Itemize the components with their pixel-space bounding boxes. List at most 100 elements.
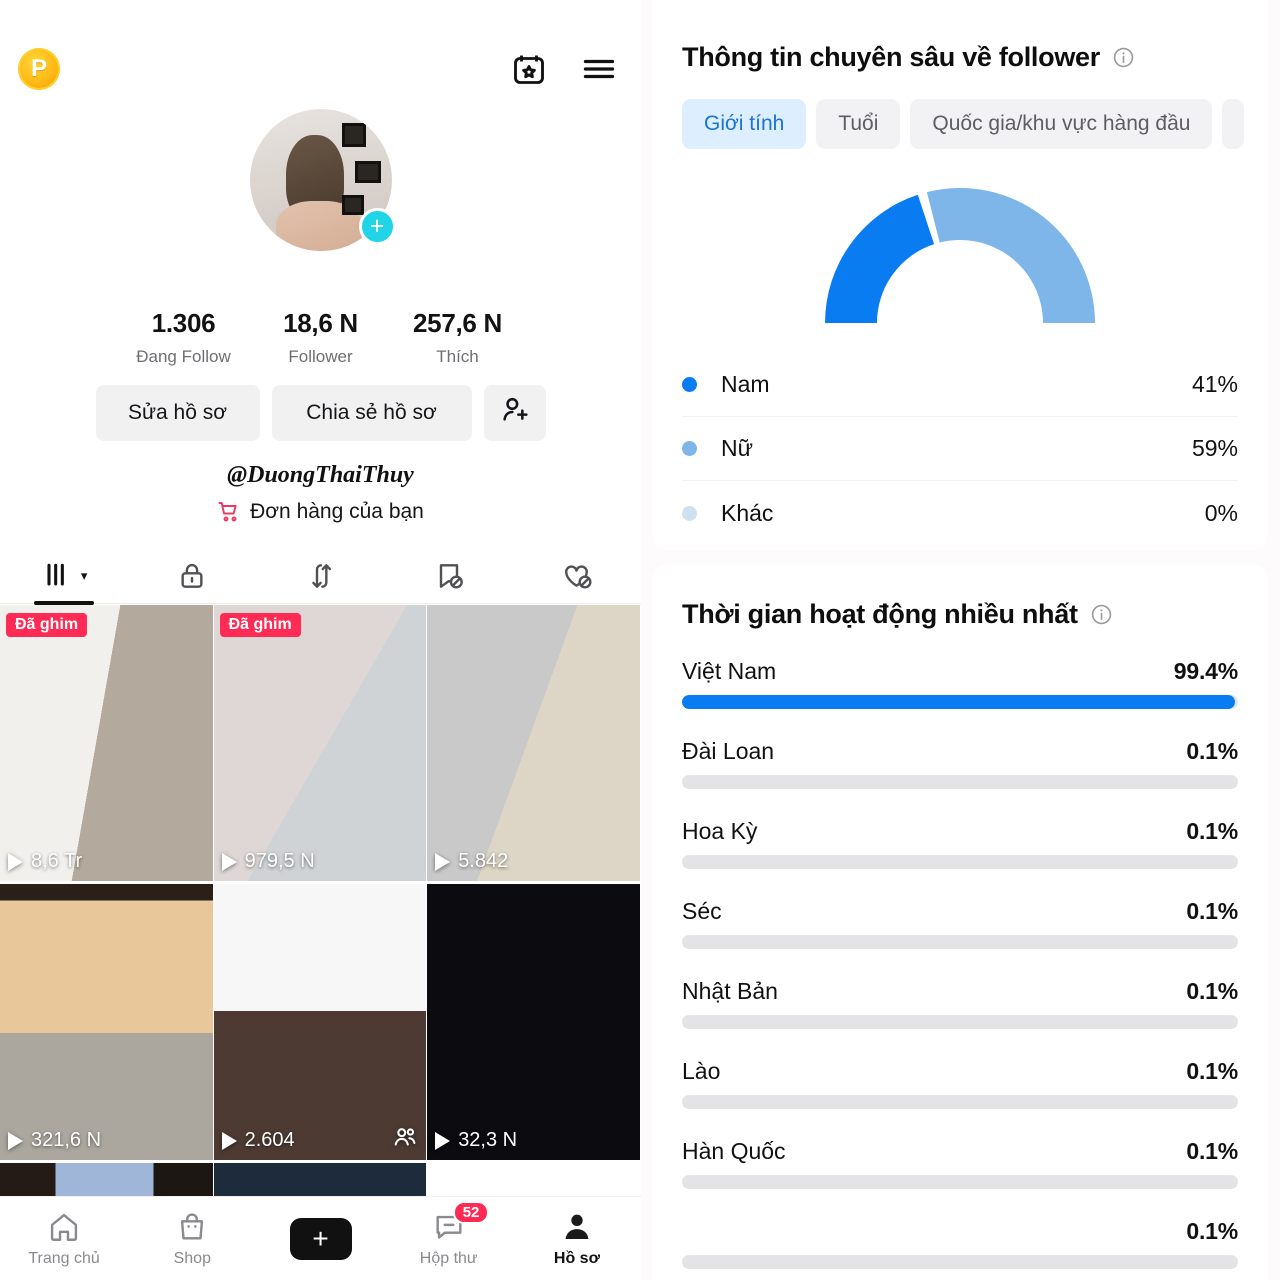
country-bar-fill [682,1255,683,1269]
tab-private[interactable] [128,548,256,604]
tab-posts[interactable]: ▾ [0,548,128,604]
nav-item-create[interactable]: + [256,1217,384,1260]
create-plus-icon[interactable]: + [283,1217,358,1260]
country-row-header: Hàn Quốc 0.1% [682,1138,1238,1165]
country-name: Hàn Quốc [682,1138,786,1164]
tab-liked[interactable] [513,548,641,604]
video-grid: Đã ghim 8,6 Tr Đã ghim 979,5 N 5.842 321… [0,605,641,1217]
top-activity-title: Thời gian hoạt động nhiều nhất [682,599,1078,629]
country-bar-track [682,1175,1238,1189]
pinned-badge: Đã ghim [6,613,88,637]
view-count-label: 8,6 Tr [31,850,83,872]
country-percent: 0.1% [1186,978,1238,1004]
chip-cities[interactable]: Thành [1222,99,1245,149]
coin-reward-icon[interactable]: P [18,48,60,90]
avatar[interactable]: + [249,109,396,251]
card-title: Thông tin chuyên sâu về follower [682,42,1238,73]
stat-label: Follower [288,347,353,366]
info-icon[interactable] [1112,46,1135,69]
video-thumb[interactable]: 5.842 [427,605,641,882]
analytics-panel: Thông tin chuyên sâu về follower Giới tí… [641,0,1280,1280]
video-thumb[interactable]: 2.604 [213,884,428,1161]
view-count-label: 979,5 N [244,850,315,872]
nav-item-profile[interactable]: Hồ sơ [513,1210,641,1268]
play-icon [221,852,237,871]
country-row: 0.1% [682,1218,1238,1269]
country-bar-fill [682,855,683,869]
tab-saved[interactable] [385,548,513,604]
nav-item-inbox[interactable]: 52 Hộp thư [385,1200,513,1268]
country-row-header: Séc 0.1% [682,898,1238,925]
nav-item-shop[interactable]: Shop [128,1210,256,1268]
country-row: Đài Loan 0.1% [682,738,1238,789]
play-icon [435,852,451,871]
hamburger-menu-icon[interactable] [581,51,617,87]
country-bar-list: Việt Nam 99.4% Đài Loan 0.1% Hoa Kỳ 0.1% Séc 0.… [682,658,1238,1280]
country-name: Nhật Bản [682,978,778,1004]
video-thumb[interactable]: Đã ghim 8,6 Tr [0,605,214,882]
country-bar-fill [682,695,1235,709]
country-percent: 0.1% [1186,1138,1238,1164]
country-row-header: Nhật Bản 0.1% [682,978,1238,1005]
profile-handle[interactable]: @DuongThaiThuy [0,462,641,489]
follower-insights-title: Thông tin chuyên sâu về follower [682,42,1100,72]
calendar-star-icon[interactable] [511,51,547,87]
video-thumb[interactable]: Đã ghim 979,5 N [213,605,428,882]
your-orders-label: Đơn hàng của bạn [250,500,424,523]
gender-gauge-chart [682,181,1238,327]
share-profile-button[interactable]: Chia sẻ hồ sơ [271,385,472,441]
country-row-header: Việt Nam 99.4% [682,658,1238,685]
chip-gender[interactable]: Giới tính [682,99,807,149]
country-name: Lào [682,1058,721,1084]
add-friends-button[interactable] [483,385,546,441]
add-story-button[interactable]: + [358,208,396,245]
view-count: 5.842 [435,850,508,873]
chip-age[interactable]: Tuổi [816,99,901,149]
stat-followers[interactable]: 18,6 N Follower [252,308,389,367]
legend-value: 59% [1191,435,1238,461]
shopping-cart-icon [217,500,241,524]
play-icon [435,1131,451,1150]
video-thumb[interactable]: 321,6 N [0,884,214,1161]
app-header: P [0,0,641,100]
play-icon [8,852,23,871]
country-row: Lào 0.1% [682,1058,1238,1109]
country-bar-track [682,1255,1238,1269]
stat-likes[interactable]: 257,6 N Thích [389,308,526,367]
country-bar-fill [682,935,683,949]
view-count: 321,6 N [8,1129,101,1152]
country-bar-fill [682,775,683,789]
nav-item-home[interactable]: Trang chủ [0,1210,128,1268]
add-person-icon [499,394,531,432]
stat-value: 18,6 N [283,308,358,338]
legend-dot [682,377,697,392]
chip-top-countries[interactable]: Quốc gia/khu vực hàng đầu [910,99,1213,149]
play-icon [221,1131,237,1150]
legend-item-nu: Nữ 59% [682,417,1238,481]
view-count: 32,3 N [435,1129,517,1152]
legend-item-nam: Nam 41% [682,353,1238,417]
info-icon[interactable] [1090,603,1113,626]
gender-legend: Nam 41% Nữ 59% Khác 0% [682,353,1238,545]
chevron-down-icon[interactable]: ▾ [81,568,88,584]
your-orders-link[interactable]: Đơn hàng của bạn [0,500,641,524]
video-thumb[interactable]: 32,3 N [427,884,641,1161]
card-title: Thời gian hoạt động nhiều nhất [682,599,1238,630]
profile-stats: 1.306 Đang Follow 18,6 N Follower 257,6 … [0,308,641,367]
country-name: Đài Loan [682,738,775,764]
inbox-unread-badge: 52 [452,1200,490,1224]
country-row-header: 0.1% [682,1218,1238,1245]
stat-label: Đang Follow [136,347,231,366]
legend-dot [682,505,697,521]
edit-profile-button[interactable]: Sửa hồ sơ [95,385,260,441]
country-bar-fill [682,1175,683,1189]
country-bar-track [682,695,1238,709]
country-percent: 0.1% [1186,1218,1238,1244]
tab-reposts[interactable] [256,548,384,604]
legend-value: 41% [1191,371,1238,397]
stat-following[interactable]: 1.306 Đang Follow [115,308,252,367]
country-name: Hoa Kỳ [682,818,758,844]
tiktok-profile-panel: P + 1.306 Đang Follow 18,6 N Follower 25… [0,0,641,1280]
legend-label: Nữ [721,435,754,461]
avatar-detail [341,195,364,215]
